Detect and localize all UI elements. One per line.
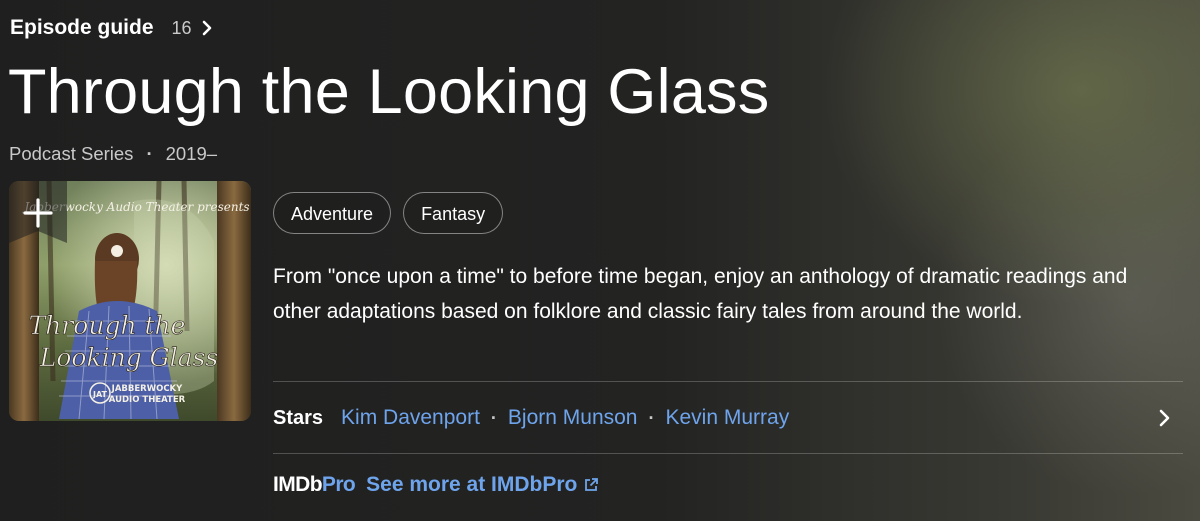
genre-chip-fantasy[interactable]: Fantasy: [403, 192, 504, 234]
genre-chips: Adventure Fantasy: [273, 192, 504, 234]
star-separator: ·: [648, 407, 655, 428]
meta-separator: ·: [146, 143, 153, 164]
episode-guide-label: Episode guide: [10, 16, 154, 39]
poster-brand-line1: JABBERWOCKY: [111, 384, 183, 394]
stars-label: Stars: [273, 406, 324, 429]
imdbpro-logo: IMDb Pro: [273, 473, 356, 497]
title-metadata: Podcast Series · 2019–: [9, 143, 217, 165]
title-page: Episode guide 16 Through the Looking Gla…: [0, 0, 1200, 521]
star-separator: ·: [490, 407, 497, 428]
external-link-icon: [583, 477, 599, 493]
imdbpro-logo-pro: Pro: [321, 473, 356, 496]
add-to-watchlist-button[interactable]: [9, 181, 67, 243]
poster-title-line1: Through the: [29, 311, 186, 340]
star-link-bjorn-munson[interactable]: Bjorn Munson: [508, 406, 638, 430]
star-link-kevin-murray[interactable]: Kevin Murray: [666, 406, 790, 430]
title-type: Podcast Series: [9, 143, 134, 164]
poster-brand-line2: AUDIO THEATER: [109, 395, 186, 405]
episode-guide-link[interactable]: Episode guide 16: [10, 16, 214, 40]
imdbpro-row: IMDb Pro See more at IMDbPro: [273, 470, 599, 500]
divider: [273, 453, 1183, 454]
poster-logo-mark: JAT: [92, 390, 108, 399]
episode-count: 16: [171, 17, 192, 38]
poster-title-line2: Looking Glass: [39, 343, 218, 372]
chevron-right-icon[interactable]: [1157, 408, 1171, 428]
chevron-right-icon: [200, 20, 214, 36]
divider: [273, 381, 1183, 382]
genre-chip-adventure[interactable]: Adventure: [273, 192, 392, 234]
see-more-imdbpro-link[interactable]: See more at IMDbPro: [366, 473, 577, 497]
stars-row: Stars Kim Davenport · Bjorn Munson · Kev…: [273, 402, 1183, 434]
plot-summary: From "once upon a time" to before time b…: [273, 265, 1128, 323]
page-title: Through the Looking Glass: [8, 57, 770, 127]
star-link-kim-davenport[interactable]: Kim Davenport: [341, 406, 480, 430]
imdbpro-logo-imdb: IMDb: [273, 473, 323, 496]
release-years[interactable]: 2019–: [166, 143, 217, 165]
